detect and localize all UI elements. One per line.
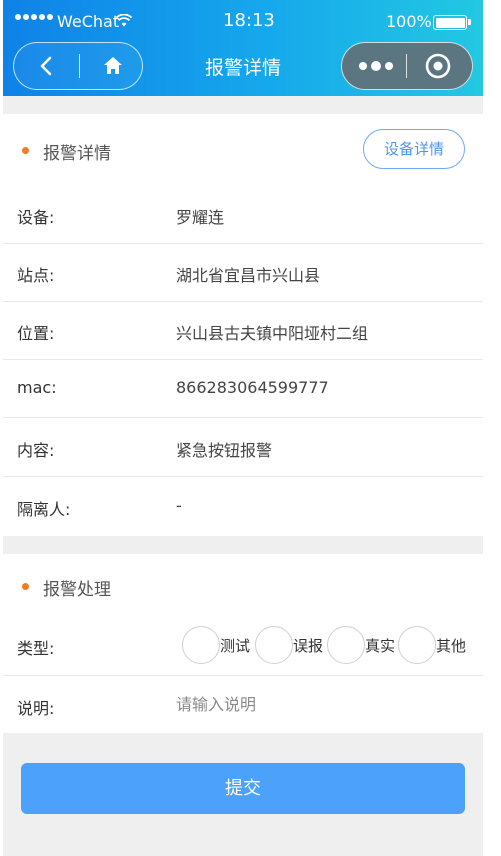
row-label: 站点: — [17, 266, 55, 285]
detail-row-mac: mac: 866283064599777 — [3, 360, 483, 418]
row-value: 罗耀连 — [176, 208, 225, 227]
status-time: 18:13 — [223, 10, 275, 31]
carrier-name: WeChat — [57, 12, 120, 31]
alarm-handle-card: 报警处理 类型: 测试 误报 真实 其他 说明: — [3, 554, 483, 733]
row-label: 内容: — [17, 441, 55, 460]
alarm-detail-card: 报警详情 设备详情 设备: 罗耀连 站点: 湖北省宜昌市兴山县 位置: 兴山县古… — [3, 114, 483, 536]
wifi-icon — [116, 14, 132, 27]
device-detail-button[interactable]: 设备详情 — [363, 129, 465, 169]
detail-row-location: 位置: 兴山县古夫镇中阳垭村二组 — [3, 302, 483, 360]
description-input[interactable] — [173, 688, 469, 720]
description-row: 说明: — [3, 676, 483, 733]
row-label: 位置: — [17, 324, 55, 343]
submit-button[interactable]: 提交 — [21, 763, 465, 814]
row-label: 设备: — [17, 208, 55, 227]
radio-circle-icon[interactable] — [255, 626, 293, 664]
detail-row-isolator: 隔离人: - — [3, 478, 483, 536]
radio-label: 误报 — [293, 637, 324, 655]
chevron-left-icon[interactable] — [34, 53, 60, 79]
nav-divider — [79, 54, 80, 78]
detail-row-content: 内容: 紧急按钮报警 — [3, 419, 483, 477]
type-selector-row: 类型: 测试 误报 真实 其他 — [3, 616, 483, 676]
signal-strength-icon — [15, 14, 55, 20]
section-header: 报警详情 设备详情 — [3, 114, 483, 186]
row-value: 兴山县古夫镇中阳垭村二组 — [176, 324, 369, 343]
bullet-dot-icon — [22, 583, 29, 590]
radio-circle-icon[interactable] — [398, 626, 436, 664]
row-value: 866283064599777 — [176, 378, 329, 397]
detail-row-device: 设备: 罗耀连 — [3, 186, 483, 244]
radio-label: 其他 — [436, 637, 467, 655]
battery-icon — [433, 15, 471, 30]
radio-circle-icon[interactable] — [327, 626, 365, 664]
section-title: 报警处理 — [43, 580, 111, 600]
row-value: - — [176, 496, 182, 515]
app-header: WeChat 18:13 100% 报警详情 — [3, 0, 483, 96]
nav-capsule-left — [13, 42, 143, 90]
page-title: 报警详情 — [204, 57, 281, 79]
bullet-dot-icon — [22, 147, 29, 154]
row-label: 隔离人: — [17, 500, 71, 519]
row-value: 湖北省宜昌市兴山县 — [176, 266, 321, 285]
radio-circle-icon[interactable] — [182, 626, 220, 664]
description-label: 说明: — [17, 699, 55, 718]
nav-capsule-right — [341, 42, 473, 90]
more-dots-icon[interactable] — [356, 53, 396, 79]
target-circle-icon[interactable] — [424, 52, 452, 80]
status-bar: WeChat 18:13 100% — [3, 6, 483, 38]
home-icon[interactable] — [100, 53, 126, 79]
battery-percent: 100% — [386, 12, 432, 31]
detail-row-site: 站点: 湖北省宜昌市兴山县 — [3, 244, 483, 302]
phone-screen: WeChat 18:13 100% 报警详情 报警详情 设备详情 设备: 罗耀连… — [3, 0, 483, 856]
radio-label: 真实 — [365, 637, 396, 655]
section-title: 报警详情 — [43, 144, 111, 164]
row-label: mac: — [17, 378, 57, 397]
radio-label: 测试 — [220, 637, 251, 655]
type-label: 类型: — [17, 639, 55, 658]
row-value: 紧急按钮报警 — [176, 441, 273, 460]
nav-divider — [406, 54, 407, 78]
